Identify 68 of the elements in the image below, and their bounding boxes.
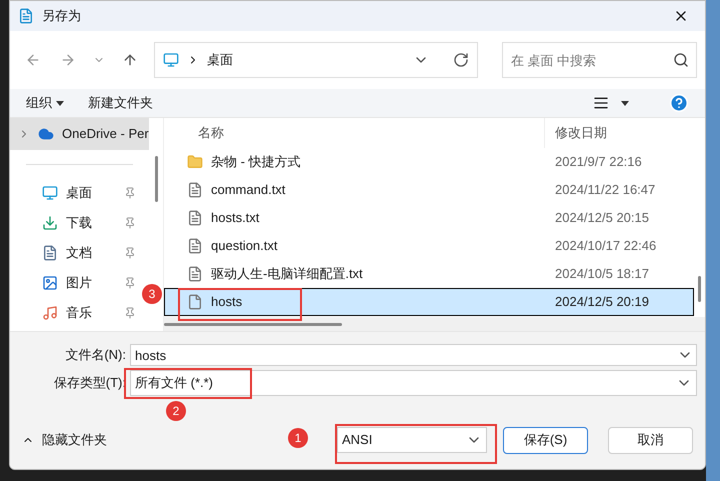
file-type-dropdown[interactable]: 所有文件 (*.*) — [130, 370, 697, 396]
new-folder-button[interactable]: 新建文件夹 — [88, 93, 153, 113]
field-label: 保存类型(T): — [52, 374, 127, 392]
search-icon — [673, 52, 689, 68]
modified-date: 2021/9/7 22:16 — [554, 153, 642, 172]
sidebar-item[interactable]: 音乐 — [10, 298, 140, 328]
window-title: 另存为 — [42, 7, 81, 26]
pin-icon — [124, 277, 136, 289]
file-row[interactable]: 驱动人生-电脑详细配置.txt 2024/10/5 18:17 — [164, 260, 694, 288]
file-row[interactable]: command.txt 2024/11/22 16:47 — [164, 176, 694, 204]
sidebar-item[interactable]: 下载 — [10, 208, 140, 238]
file-row[interactable]: 杂物 - 快捷方式 2021/9/7 22:16 — [164, 148, 694, 176]
cloud-icon — [38, 126, 54, 142]
file-row[interactable]: hosts 2024/12/5 20:19 — [164, 288, 694, 316]
scrollbar-thumb[interactable] — [154, 156, 158, 202]
modified-date: 2024/12/5 20:15 — [554, 209, 649, 228]
music-icon — [42, 305, 58, 321]
file-name: 驱动人生-电脑详细配置.txt — [211, 265, 363, 284]
organize-menu[interactable]: 组织 — [26, 93, 64, 113]
encoding-dropdown[interactable]: ANSI — [337, 427, 487, 453]
column-header[interactable]: 名称 — [164, 123, 544, 143]
modified-date: 2024/10/17 22:46 — [554, 237, 656, 256]
sidebar-item[interactable]: 图片 — [10, 268, 140, 298]
image-icon — [42, 275, 58, 291]
scrollbar-thumb[interactable] — [164, 322, 342, 326]
pin-icon — [124, 307, 136, 319]
monitor-icon — [42, 185, 58, 201]
modified-date: 2024/12/5 20:19 — [554, 293, 649, 312]
hide-folders-button[interactable]: 隐藏文件夹 — [22, 430, 107, 450]
download-icon — [42, 215, 58, 231]
modified-date: 2024/10/5 18:17 — [554, 265, 649, 284]
view-icon[interactable] — [593, 95, 609, 111]
file-icon — [187, 294, 203, 310]
filename-field[interactable]: hosts — [130, 344, 697, 366]
file-name: command.txt — [211, 181, 286, 200]
sidebar-item[interactable]: 桌面 — [10, 178, 140, 208]
caret-icon[interactable] — [621, 100, 629, 106]
monitor-icon — [162, 52, 179, 68]
address-bar[interactable]: 桌面 — [154, 42, 478, 78]
text-file-icon — [187, 266, 203, 282]
file-name: question.txt — [211, 237, 278, 256]
folder-icon — [187, 154, 203, 170]
file-row[interactable]: hosts.txt 2024/12/5 20:15 — [164, 204, 694, 232]
document-icon — [42, 245, 58, 261]
pin-icon — [124, 247, 136, 259]
text-file-icon — [187, 182, 203, 198]
column-header[interactable]: 修改日期 — [544, 118, 694, 148]
pin-icon — [124, 187, 136, 199]
cancel-button[interactable]: 取消 — [608, 426, 693, 454]
save-button[interactable]: 保存(S) — [503, 426, 588, 454]
sidebar-item[interactable]: 文档 — [10, 238, 140, 268]
refresh-icon[interactable] — [453, 52, 470, 68]
search-field[interactable]: 在 桌面 中搜索 — [502, 42, 697, 78]
text-file-icon — [187, 210, 203, 226]
field-label: 文件名(N): — [64, 346, 127, 364]
file-name: hosts — [211, 293, 242, 312]
address-path: 桌面 — [206, 51, 233, 70]
modified-date: 2024/11/22 16:47 — [554, 181, 656, 200]
sidebar-item[interactable]: OneDrive - Per — [10, 118, 150, 150]
help-icon[interactable] — [669, 93, 689, 113]
file-row[interactable]: question.txt 2024/10/17 22:46 — [164, 232, 694, 260]
notepad-icon — [18, 8, 34, 24]
text-file-icon — [187, 238, 203, 254]
scrollbar-thumb[interactable] — [698, 276, 701, 302]
file-name: hosts.txt — [211, 209, 260, 228]
caret-icon — [56, 100, 64, 106]
file-name: 杂物 - 快捷方式 — [211, 153, 301, 172]
pin-icon — [124, 217, 136, 229]
